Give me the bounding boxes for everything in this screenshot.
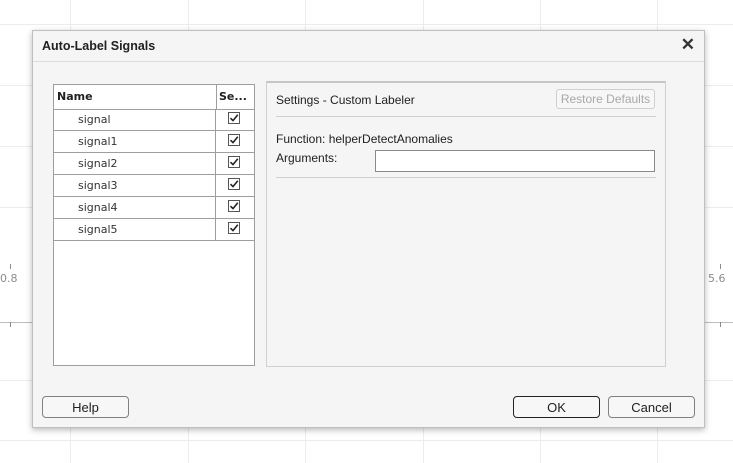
- dialog-title: Auto-Label Signals: [42, 39, 156, 53]
- table-row[interactable]: signal: [54, 109, 254, 131]
- table-body: signal signal1 signal2 signal3 signal4 s…: [54, 109, 254, 241]
- select-cell: [215, 131, 254, 152]
- table-row[interactable]: signal3: [54, 175, 254, 197]
- column-header-name[interactable]: Name: [57, 85, 212, 109]
- check-icon: [229, 202, 239, 210]
- check-icon: [229, 136, 239, 144]
- axis-tick: [10, 322, 11, 327]
- check-icon: [229, 114, 239, 122]
- check-icon: [229, 158, 239, 166]
- signal-name-cell[interactable]: signal1: [54, 131, 215, 152]
- help-button[interactable]: Help: [42, 396, 129, 418]
- divider: [276, 177, 656, 178]
- select-checkbox[interactable]: [228, 222, 240, 234]
- dialog-titlebar[interactable]: Auto-Label Signals ✕: [33, 31, 704, 62]
- select-cell: [215, 109, 254, 130]
- select-checkbox[interactable]: [228, 156, 240, 168]
- select-cell: [215, 175, 254, 196]
- select-cell: [215, 219, 254, 240]
- table-header: Name Se...: [54, 85, 254, 110]
- signal-name-cell[interactable]: signal2: [54, 153, 215, 174]
- function-label: Function: helperDetectAnomalies: [276, 132, 453, 146]
- cancel-button[interactable]: Cancel: [608, 396, 695, 418]
- settings-panel: Settings - Custom Labeler Restore Defaul…: [266, 81, 666, 367]
- select-checkbox[interactable]: [228, 178, 240, 190]
- signal-name-cell[interactable]: signal5: [54, 219, 215, 240]
- close-icon[interactable]: ✕: [681, 36, 695, 54]
- signal-name-cell[interactable]: signal4: [54, 197, 215, 218]
- column-header-select[interactable]: Se...: [216, 85, 252, 109]
- check-icon: [229, 224, 239, 232]
- select-cell: [215, 153, 254, 174]
- axis-tick: [720, 322, 721, 327]
- table-row[interactable]: signal2: [54, 153, 254, 175]
- settings-title: Settings - Custom Labeler: [276, 93, 415, 107]
- arguments-input[interactable]: [375, 150, 655, 172]
- table-row[interactable]: signal4: [54, 197, 254, 219]
- check-icon: [229, 180, 239, 188]
- restore-defaults-button[interactable]: Restore Defaults: [556, 89, 655, 109]
- axis-tick: [10, 264, 11, 269]
- auto-label-dialog: Auto-Label Signals ✕ Name Se... signal s…: [32, 30, 705, 428]
- axis-tick-label-right: 5.6: [708, 272, 726, 285]
- table-row[interactable]: signal1: [54, 131, 254, 153]
- select-checkbox[interactable]: [228, 112, 240, 124]
- arguments-label: Arguments:: [276, 151, 338, 165]
- select-cell: [215, 197, 254, 218]
- divider: [276, 116, 656, 117]
- signal-name-cell[interactable]: signal: [54, 109, 215, 130]
- axis-tick-label-left: 0.8: [0, 272, 18, 285]
- signal-name-cell[interactable]: signal3: [54, 175, 215, 196]
- ok-button[interactable]: OK: [513, 396, 600, 418]
- select-checkbox[interactable]: [228, 200, 240, 212]
- table-row[interactable]: signal5: [54, 219, 254, 241]
- grid-line: [0, 440, 733, 441]
- axis-tick: [720, 264, 721, 269]
- select-checkbox[interactable]: [228, 134, 240, 146]
- signal-table: Name Se... signal signal1 signal2 signal…: [53, 84, 255, 366]
- grid-line: [0, 24, 733, 25]
